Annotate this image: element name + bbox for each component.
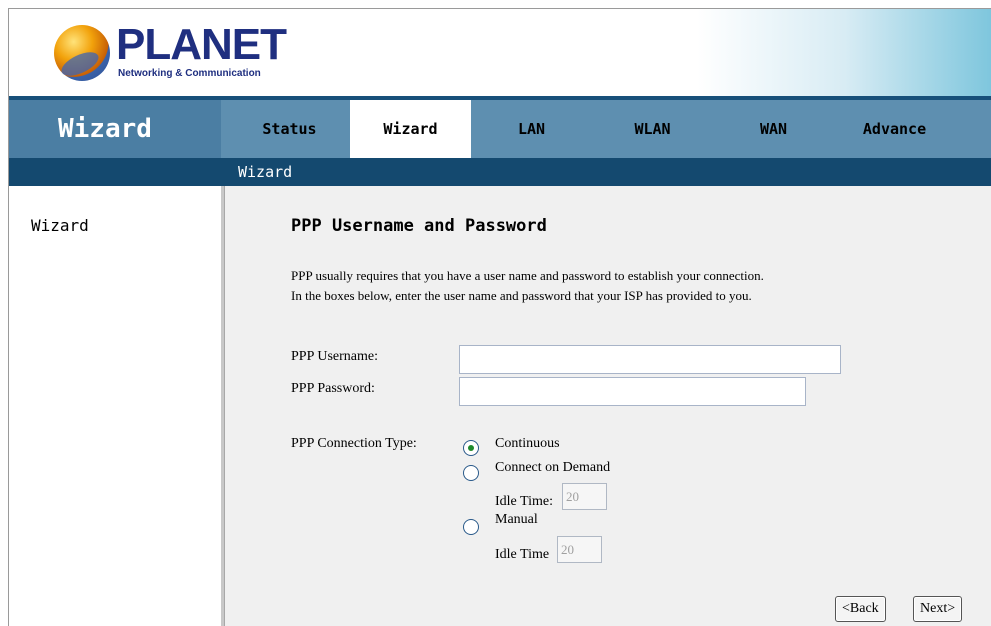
section-title: Wizard — [9, 100, 221, 158]
ppp-password-input[interactable] — [459, 377, 806, 406]
sidebar: Wizard — [9, 186, 221, 626]
ppp-username-input[interactable] — [459, 345, 841, 374]
connect-on-demand-radio[interactable] — [463, 465, 479, 481]
next-button[interactable]: Next> — [913, 596, 963, 622]
connect-on-demand-label: Connect on Demand — [495, 460, 611, 475]
logo-subtitle: Networking & Communication — [118, 68, 261, 79]
page-title: PPP Username and Password — [291, 216, 547, 236]
idle-time-input-manual[interactable] — [557, 536, 602, 563]
main-nav: Wizard Status Wizard LAN WLAN WAN Advanc… — [9, 100, 991, 158]
description-line-1: PPP usually requires that you have a use… — [291, 268, 764, 283]
planet-logo: PLANET Networking & Communication — [54, 20, 294, 83]
subnav-item-wizard[interactable]: Wizard — [238, 158, 292, 186]
idle-time-input-demand[interactable] — [562, 483, 607, 510]
idle-time-label-manual: Idle Time — [495, 547, 550, 562]
sub-nav: Wizard — [9, 158, 991, 186]
tab-wlan[interactable]: WLAN — [592, 100, 713, 158]
continuous-radio[interactable] — [463, 440, 479, 456]
router-admin-frame: PLANET Networking & Communication Wizard… — [8, 8, 991, 626]
description: PPP usually requires that you have a use… — [291, 266, 981, 306]
password-label: PPP Password: — [291, 381, 375, 396]
tab-wan[interactable]: WAN — [713, 100, 834, 158]
description-line-2: In the boxes below, enter the user name … — [291, 288, 752, 303]
header: PLANET Networking & Communication — [9, 9, 991, 96]
back-button[interactable]: <Back — [835, 596, 886, 622]
manual-label: Manual — [495, 512, 538, 527]
tab-status[interactable]: Status — [229, 100, 350, 158]
planet-globe-icon — [54, 25, 110, 81]
manual-radio[interactable] — [463, 519, 479, 535]
main-content: PPP Username and Password PPP usually re… — [225, 186, 991, 626]
sidebar-item-wizard[interactable]: Wizard — [31, 216, 89, 235]
idle-time-label-demand: Idle Time: — [495, 494, 553, 509]
tab-advance[interactable]: Advance — [834, 100, 955, 158]
nav-tabs: Status Wizard LAN WLAN WAN Advance — [229, 100, 955, 158]
tab-lan[interactable]: LAN — [471, 100, 592, 158]
tab-wizard[interactable]: Wizard — [350, 100, 471, 158]
username-label: PPP Username: — [291, 349, 378, 364]
continuous-label: Continuous — [495, 436, 560, 451]
logo-text: PLANET — [116, 20, 287, 69]
connection-type-label: PPP Connection Type: — [291, 436, 417, 451]
